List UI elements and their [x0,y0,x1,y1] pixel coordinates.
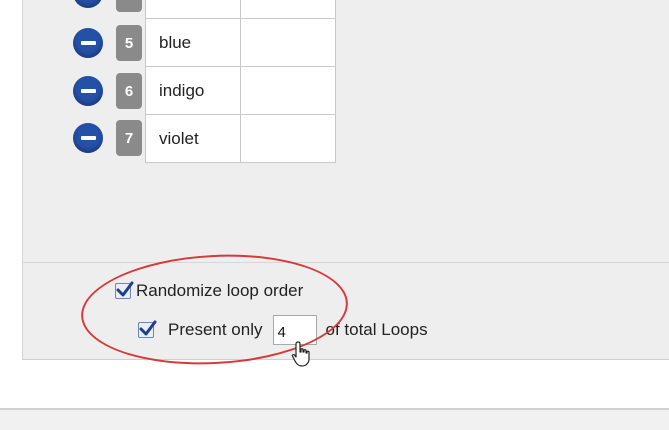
remove-button-row-7[interactable] [73,123,103,153]
hand-cursor-icon [291,341,310,367]
loop-table: blue indigo violet [145,0,336,163]
table-row: indigo [146,67,336,115]
loop-label-cell[interactable]: indigo [146,67,241,115]
table-row [146,0,336,19]
loop-label-cell[interactable]: violet [146,115,241,163]
row-number-badge: 5 [116,25,142,61]
minus-icon [80,136,96,140]
minus-icon [80,89,96,93]
remove-button-row-5[interactable] [73,28,103,58]
minus-icon [80,41,96,45]
section-divider [22,262,669,263]
row-number-badge: 7 [116,120,142,156]
loop-extra-cell[interactable] [241,19,336,67]
bottom-bar [0,408,669,430]
of-total-label: of total Loops [325,320,428,339]
loop-label-cell[interactable] [146,0,241,19]
remove-button-row-6[interactable] [73,76,103,106]
loop-extra-cell[interactable] [241,0,336,19]
loop-label-cell[interactable]: blue [146,19,241,67]
loop-extra-cell[interactable] [241,115,336,163]
table-row: blue [146,19,336,67]
table-row: violet [146,115,336,163]
row-number-badge: 4 [116,0,142,12]
loop-extra-cell[interactable] [241,67,336,115]
row-number-badge: 6 [116,73,142,109]
